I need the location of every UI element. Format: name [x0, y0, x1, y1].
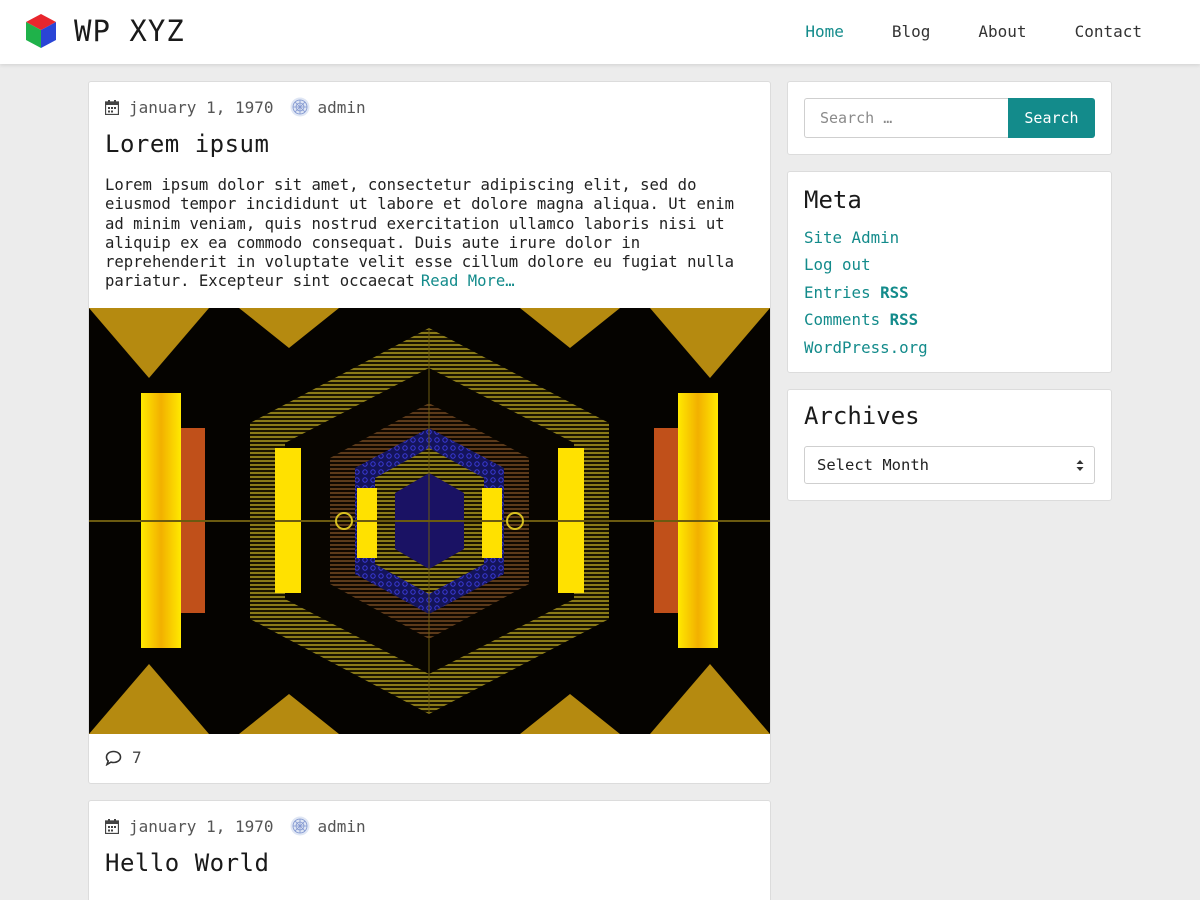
- nav-about[interactable]: About: [954, 0, 1050, 64]
- meta-item: Entries RSS: [804, 283, 928, 310]
- calendar-icon: [105, 818, 119, 834]
- meta-item: WordPress.org: [804, 338, 928, 365]
- meta-item: Site Admin: [804, 228, 928, 255]
- comments-rss-link[interactable]: Comments RSS: [804, 310, 918, 329]
- post-author-link[interactable]: admin: [318, 817, 366, 836]
- read-more-link[interactable]: Read More…: [421, 272, 515, 290]
- author-avatar-icon: [290, 816, 309, 836]
- site-brand-link[interactable]: WP XYZ: [24, 12, 185, 50]
- meta-links: Site Admin Log out Entries RSS Comments …: [804, 228, 928, 365]
- archives-widget-title: Archives: [804, 402, 920, 430]
- post-footer: 7: [105, 748, 142, 767]
- post-title-link[interactable]: Hello World: [105, 849, 269, 877]
- post-card: january 1, 1970 admin Hello World: [88, 800, 771, 900]
- entries-label: Entries: [804, 282, 871, 302]
- site-admin-link[interactable]: Site Admin: [804, 228, 899, 247]
- rss-label: RSS: [880, 282, 909, 302]
- post-date-link[interactable]: january 1, 1970: [129, 98, 274, 117]
- post-date-link[interactable]: january 1, 1970: [129, 817, 274, 836]
- nav-home[interactable]: Home: [781, 0, 868, 64]
- main-nav: Home Blog About Contact: [781, 0, 1166, 64]
- post-title-link[interactable]: Lorem ipsum: [105, 130, 269, 158]
- nav-blog[interactable]: Blog: [868, 0, 955, 64]
- search-widget: Search: [787, 81, 1112, 155]
- calendar-icon: [105, 99, 119, 115]
- post-title: Hello World: [105, 849, 269, 877]
- post-author-link[interactable]: admin: [318, 98, 366, 117]
- author-avatar-icon: [290, 97, 309, 117]
- post-excerpt: Lorem ipsum dolor sit amet, consectetur …: [105, 176, 761, 292]
- archive-select-value: Select Month: [817, 456, 929, 474]
- comment-count-link[interactable]: 7: [132, 748, 142, 767]
- search-input[interactable]: [804, 98, 1008, 138]
- select-arrows-icon: [1076, 460, 1084, 471]
- wordpress-org-link[interactable]: WordPress.org: [804, 338, 928, 357]
- post-meta: january 1, 1970 admin: [105, 816, 366, 836]
- meta-widget: Meta Site Admin Log out Entries RSS Comm…: [787, 171, 1112, 373]
- post-card: january 1, 1970 admin Lorem ipsum Lorem …: [88, 81, 771, 784]
- rss-label: RSS: [889, 310, 919, 330]
- post-excerpt-text: Lorem ipsum dolor sit amet, consectetur …: [105, 176, 735, 291]
- kaleidoscope-featured-image[interactable]: [89, 308, 770, 734]
- search-button[interactable]: Search: [1008, 98, 1095, 138]
- meta-widget-title: Meta: [804, 186, 862, 214]
- site-title: WP XYZ: [74, 14, 185, 48]
- post-meta: january 1, 1970 admin: [105, 97, 366, 117]
- site-header: WP XYZ Home Blog About Contact: [0, 0, 1200, 64]
- meta-item: Log out: [804, 255, 928, 282]
- archive-month-select[interactable]: Select Month: [804, 446, 1095, 484]
- log-out-link[interactable]: Log out: [804, 255, 871, 274]
- comment-icon: [105, 750, 122, 766]
- comments-label: Comments: [804, 310, 881, 330]
- meta-item: Comments RSS: [804, 310, 928, 337]
- entries-rss-link[interactable]: Entries RSS: [804, 283, 909, 302]
- nav-contact[interactable]: Contact: [1051, 0, 1166, 64]
- rgb-cube-icon: [26, 14, 56, 48]
- post-title: Lorem ipsum: [105, 130, 269, 158]
- archives-widget: Archives Select Month: [787, 389, 1112, 501]
